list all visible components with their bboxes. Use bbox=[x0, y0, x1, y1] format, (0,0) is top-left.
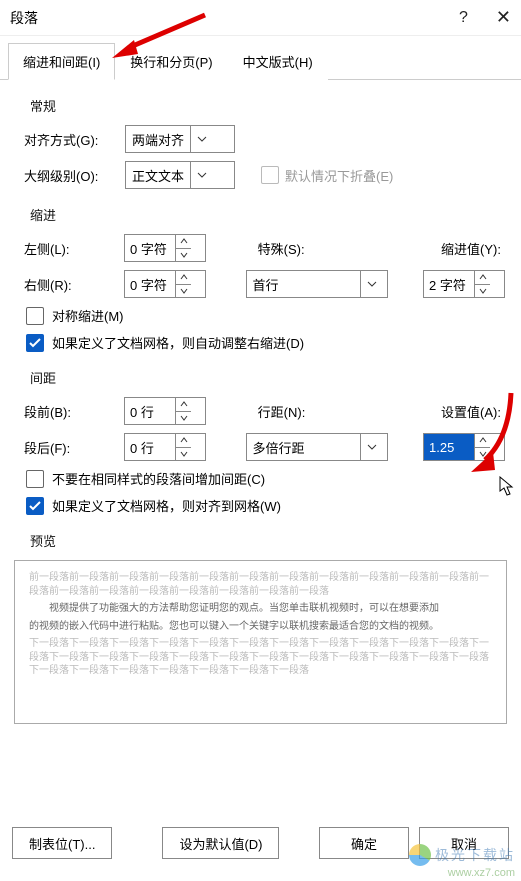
spin-up-icon[interactable] bbox=[176, 398, 191, 412]
spacing-at-label: 设置值(A): bbox=[391, 402, 505, 421]
spinner[interactable] bbox=[175, 235, 191, 261]
spinner[interactable] bbox=[474, 271, 490, 297]
tab-bar: 缩进和间距(I) 换行和分页(P) 中文版式(H) bbox=[0, 42, 521, 80]
collapse-checkbox bbox=[261, 166, 279, 184]
space-after-label: 段后(F): bbox=[24, 438, 124, 457]
no-space-same-style-checkbox[interactable] bbox=[26, 470, 44, 488]
tab-asian-typography[interactable]: 中文版式(H) bbox=[228, 43, 328, 80]
chevron-down-icon bbox=[190, 126, 213, 152]
spin-down-icon[interactable] bbox=[475, 285, 490, 298]
outline-level-select[interactable]: 正文文本 bbox=[125, 161, 235, 189]
space-before-input[interactable] bbox=[124, 397, 206, 425]
spinner[interactable] bbox=[175, 434, 191, 460]
spin-up-icon[interactable] bbox=[475, 434, 490, 448]
alignment-select[interactable]: 两端对齐 bbox=[125, 125, 235, 153]
section-general-label: 常规 bbox=[30, 96, 505, 115]
section-preview-label: 预览 bbox=[30, 531, 505, 550]
snap-to-grid-label: 如果定义了文档网格，则对齐到网格(W) bbox=[52, 496, 281, 515]
alignment-label: 对齐方式(G): bbox=[24, 130, 119, 149]
space-before-label: 段前(B): bbox=[24, 402, 124, 421]
section-spacing-label: 间距 bbox=[30, 368, 505, 387]
preview-box: 前一段落前一段落前一段落前一段落前一段落前一段落前一段落前一段落前一段落前一段落… bbox=[14, 560, 507, 724]
auto-adjust-right-indent-label: 如果定义了文档网格，则自动调整右缩进(D) bbox=[52, 333, 304, 352]
indent-by-label: 缩进值(Y): bbox=[391, 239, 505, 258]
watermark: 极光下载站 www.xz7.com bbox=[409, 844, 515, 879]
line-spacing-select[interactable]: 多倍行距 bbox=[246, 433, 388, 461]
dialog-title: 段落 bbox=[10, 8, 38, 28]
spin-down-icon[interactable] bbox=[475, 448, 490, 461]
chevron-down-icon bbox=[190, 162, 213, 188]
watermark-name: 极光下载站 bbox=[435, 845, 515, 865]
chevron-down-icon bbox=[360, 271, 383, 297]
watermark-url: www.xz7.com bbox=[409, 867, 515, 879]
outline-level-label: 大纲级别(O): bbox=[24, 166, 119, 185]
special-indent-select[interactable]: 首行 bbox=[246, 270, 388, 298]
preview-before-text: 前一段落前一段落前一段落前一段落前一段落前一段落前一段落前一段落前一段落前一段落… bbox=[29, 571, 492, 598]
spinner[interactable] bbox=[175, 271, 191, 297]
preview-sample-text-1: 视频提供了功能强大的方法帮助您证明您的观点。当您单击联机视频时，可以在想要添加 bbox=[29, 602, 492, 616]
spinner[interactable] bbox=[474, 434, 490, 460]
spin-up-icon[interactable] bbox=[475, 271, 490, 285]
special-indent-label: 特殊(S): bbox=[258, 239, 372, 258]
spacing-at-input[interactable] bbox=[423, 433, 505, 461]
line-spacing-label: 行距(N): bbox=[258, 402, 372, 421]
spin-up-icon[interactable] bbox=[176, 434, 191, 448]
spin-down-icon[interactable] bbox=[176, 249, 191, 262]
indent-by-input[interactable] bbox=[423, 270, 505, 298]
snap-to-grid-checkbox[interactable] bbox=[26, 497, 44, 515]
preview-after-text: 下一段落下一段落下一段落下一段落下一段落下一段落下一段落下一段落下一段落下一段落… bbox=[29, 637, 492, 678]
spinner[interactable] bbox=[175, 398, 191, 424]
indent-left-label: 左侧(L): bbox=[24, 239, 124, 258]
help-icon[interactable]: ? bbox=[459, 9, 468, 27]
mirror-indent-label: 对称缩进(M) bbox=[52, 306, 124, 325]
space-after-input[interactable] bbox=[124, 433, 206, 461]
collapse-label: 默认情况下折叠(E) bbox=[285, 166, 393, 185]
spin-up-icon[interactable] bbox=[176, 235, 191, 249]
watermark-logo-icon bbox=[409, 844, 431, 866]
indent-right-input[interactable] bbox=[124, 270, 206, 298]
spin-up-icon[interactable] bbox=[176, 271, 191, 285]
no-space-same-style-label: 不要在相同样式的段落间增加间距(C) bbox=[52, 469, 265, 488]
auto-adjust-right-indent-checkbox[interactable] bbox=[26, 334, 44, 352]
spin-down-icon[interactable] bbox=[176, 448, 191, 461]
section-indent-label: 缩进 bbox=[30, 205, 505, 224]
tabs-button[interactable]: 制表位(T)... bbox=[12, 827, 112, 859]
mirror-indent-checkbox[interactable] bbox=[26, 307, 44, 325]
indent-right-label: 右侧(R): bbox=[24, 275, 124, 294]
set-default-button[interactable]: 设为默认值(D) bbox=[162, 827, 279, 859]
chevron-down-icon bbox=[360, 434, 383, 460]
tab-indent-spacing[interactable]: 缩进和间距(I) bbox=[8, 43, 115, 80]
indent-left-input[interactable] bbox=[124, 234, 206, 262]
close-icon[interactable]: ✕ bbox=[496, 7, 511, 28]
tab-line-page-breaks[interactable]: 换行和分页(P) bbox=[115, 43, 227, 80]
spin-down-icon[interactable] bbox=[176, 285, 191, 298]
preview-sample-text-2: 的视频的嵌入代码中进行粘贴。您也可以键入一个关键字以联机搜索最适合您的文档的视频… bbox=[29, 620, 492, 634]
ok-button[interactable]: 确定 bbox=[319, 827, 409, 859]
title-bar: 段落 ? ✕ bbox=[0, 0, 521, 36]
spin-down-icon[interactable] bbox=[176, 412, 191, 425]
